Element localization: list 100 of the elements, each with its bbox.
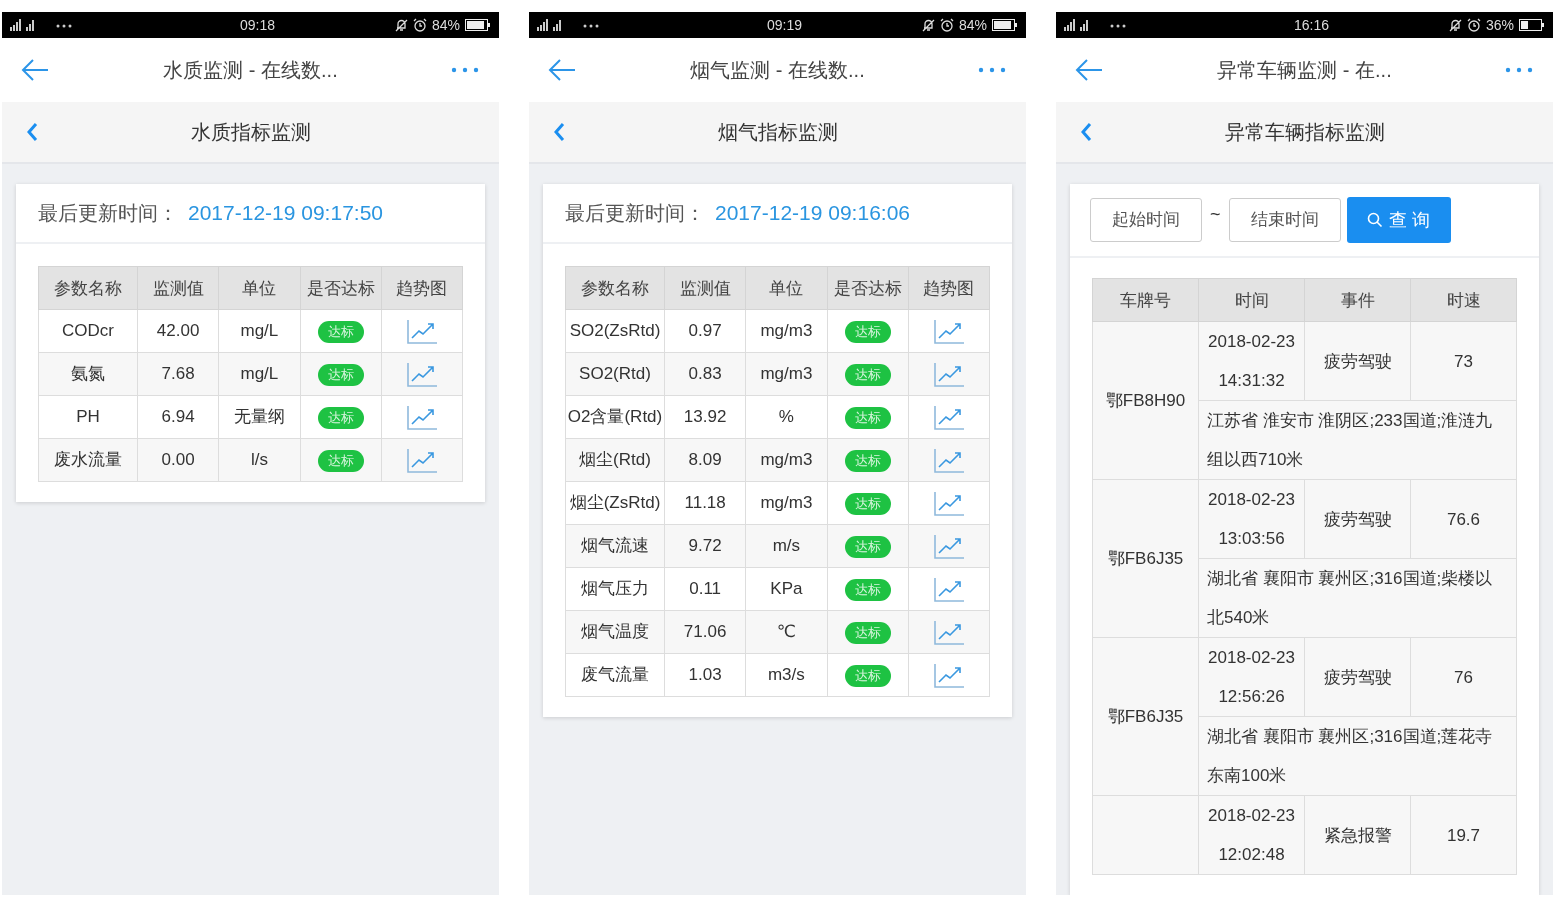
bell-off-icon [394,18,408,32]
status-badge: 达标 [844,320,891,343]
trend-chart-icon[interactable] [932,404,965,431]
table-cell: 9.72 [664,524,746,568]
table-cell: 8.09 [664,438,746,482]
table-cell: 废气流量 [565,653,665,697]
status-badge: 达标 [844,621,891,644]
table-cell: 42.00 [137,309,219,353]
column-header: 单位 [745,266,827,310]
table-cell: 6.94 [137,395,219,439]
column-header: 是否达标 [827,266,909,310]
battery-percent: 36% [1485,17,1514,33]
table-cell: 紧急报警 [1304,795,1411,875]
page-title: 水质监测 - 在线数... [162,57,339,83]
table-cell: 1.03 [664,653,746,697]
table-cell: 0.11 [664,567,746,611]
status-badge: 达标 [844,406,891,429]
trend-chart-icon[interactable] [405,361,438,388]
back-arrow-icon[interactable] [547,58,577,82]
trend-chart-icon[interactable] [405,404,438,431]
table-cell: 2018-02-23 12:56:26 [1198,637,1305,717]
section-title: 异常车辆指标监测 [1223,119,1386,145]
table-cell: 废水流量 [38,438,138,482]
column-header: 监测值 [664,266,746,310]
status-badge: 达标 [844,363,891,386]
trend-chart-icon[interactable] [932,361,965,388]
table-cell: 2018-02-23 14:31:32 [1198,321,1305,401]
section-title: 水质指标监测 [189,119,312,145]
table-cell: KPa [745,567,827,611]
trend-chart-icon[interactable] [405,318,438,345]
battery-percent: 84% [958,17,987,33]
trend-chart-icon[interactable] [932,576,965,603]
status-badge: 达标 [317,449,364,472]
table-cell: 0.00 [137,438,219,482]
table-cell: 疲劳驾驶 [1304,479,1411,559]
table-cell: 烟气流速 [565,524,665,568]
more-icon[interactable] [978,67,1006,73]
status-time: 09:18 [239,17,275,33]
trend-chart-icon[interactable] [932,447,965,474]
table-cell: % [745,395,827,439]
status-badge: 达标 [844,492,891,515]
update-time: 2017-12-19 09:17:50 [188,201,383,225]
bell-off-icon [1448,18,1462,32]
table-cell: mg/m3 [745,309,827,353]
column-header: 监测值 [137,266,219,310]
column-header: 单位 [218,266,300,310]
table-cell: 氨氮 [38,352,138,396]
table-cell: m3/s [745,653,827,697]
update-label: 最后更新时间： [565,200,705,226]
back-arrow-icon[interactable] [1074,58,1104,82]
trend-chart-icon[interactable] [932,490,965,517]
table-cell: 疲劳驾驶 [1304,321,1411,401]
table-cell: 湖北省 襄阳市 襄州区;316国道;莲花寺东南100米 [1198,716,1517,796]
update-label: 最后更新时间： [38,200,178,226]
column-header: 趋势图 [908,266,990,310]
more-icon[interactable] [451,67,479,73]
battery-icon [992,19,1018,31]
status-time: 09:19 [766,17,802,33]
update-time: 2017-12-19 09:16:06 [715,201,910,225]
table-cell: 7.68 [137,352,219,396]
chevron-left-icon[interactable] [1080,122,1092,142]
page-title: 烟气监测 - 在线数... [689,57,866,83]
table-cell: 鄂FB8H90 [1092,321,1199,480]
table-cell: 0.97 [664,309,746,353]
status-badge: 达标 [317,320,364,343]
table-cell: l/s [218,438,300,482]
trend-chart-icon[interactable] [932,533,965,560]
table-cell: O2含量(Rtd) [565,395,665,439]
end-time-field[interactable]: 结束时间 [1228,198,1341,242]
range-separator: ~ [1210,203,1221,225]
table-cell: 2018-02-23 13:03:56 [1198,479,1305,559]
status-time: 16:16 [1293,17,1329,33]
table-cell: m/s [745,524,827,568]
status-badge: 达标 [317,363,364,386]
table-cell: 11.18 [664,481,746,525]
back-arrow-icon[interactable] [20,58,50,82]
trend-chart-icon[interactable] [405,447,438,474]
table-cell: mg/m3 [745,481,827,525]
chevron-left-icon[interactable] [26,122,38,142]
more-icon[interactable] [1505,67,1533,73]
table-cell: 鄂FB6J35 [1092,637,1199,796]
table-cell: 19.7 [1410,795,1517,875]
table-cell: mg/L [218,352,300,396]
status-badge: 达标 [317,406,364,429]
column-header: 参数名称 [565,266,665,310]
trend-chart-icon[interactable] [932,662,965,689]
table-cell: 0.83 [664,352,746,396]
table-cell: mg/m3 [745,438,827,482]
table-cell: 13.92 [664,395,746,439]
trend-chart-icon[interactable] [932,619,965,646]
table-cell: SO2(ZsRtd) [565,309,665,353]
chevron-left-icon[interactable] [553,122,565,142]
status-badge: 达标 [844,664,891,687]
column-header: 参数名称 [38,266,138,310]
table-cell: 江苏省 淮安市 淮阴区;233国道;淮涟九组以西710米 [1198,400,1517,480]
table-cell: mg/m3 [745,352,827,396]
query-button[interactable]: 查 询 [1346,197,1451,243]
trend-chart-icon[interactable] [932,318,965,345]
start-time-field[interactable]: 起始时间 [1090,198,1202,242]
battery-icon [1519,19,1545,31]
